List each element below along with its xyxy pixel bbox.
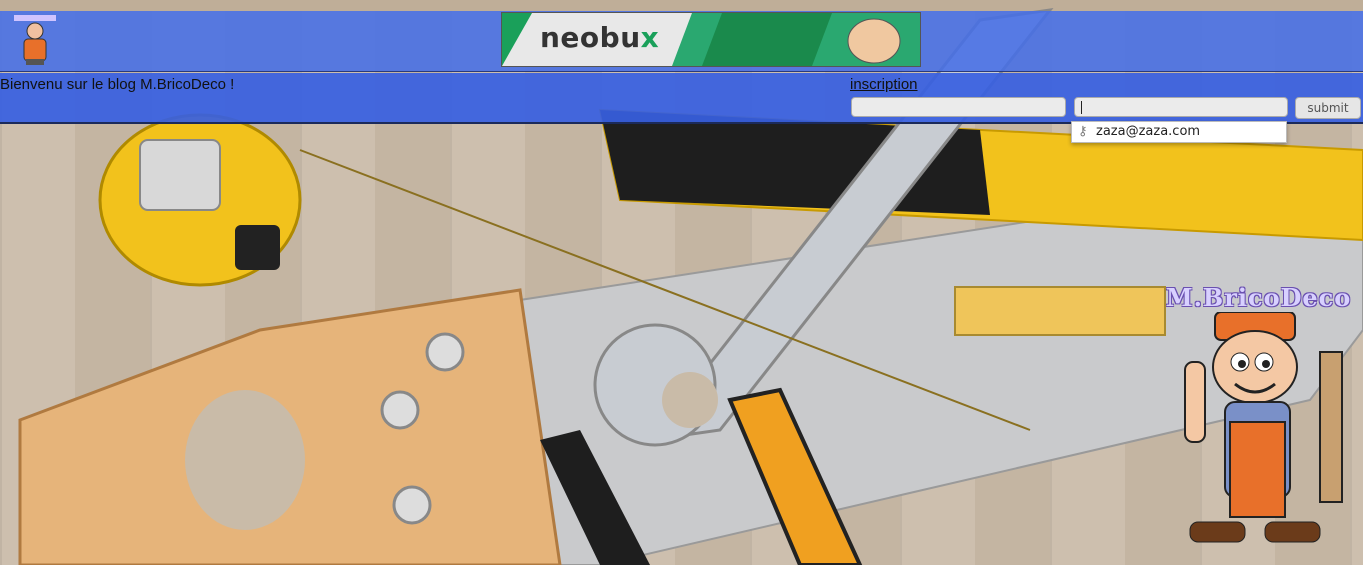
email-field[interactable]	[1074, 97, 1288, 117]
mascot-title: M.BricoDeco	[1166, 283, 1352, 312]
top-header-bar: neobux	[0, 11, 1363, 72]
autocomplete-item[interactable]: ⚷ zaza@zaza.com	[1078, 124, 1200, 139]
submit-button[interactable]: submit	[1295, 97, 1361, 119]
welcome-text: Bienvenu sur le blog M.BricoDeco !	[0, 76, 235, 93]
neobux-ad-banner[interactable]: neobux	[501, 12, 921, 67]
username-field[interactable]	[851, 97, 1066, 117]
mascot-illustration	[1184, 312, 1343, 543]
autocomplete-dropdown: ⚷ zaza@zaza.com	[1071, 121, 1287, 143]
key-icon: ⚷	[1078, 124, 1088, 139]
site-logo[interactable]	[12, 13, 58, 67]
text-caret	[1081, 101, 1082, 114]
signup-link[interactable]: inscription	[850, 76, 918, 93]
subheader-bar: Bienvenu sur le blog M.BricoDeco ! inscr…	[0, 73, 1363, 124]
autocomplete-item-label: zaza@zaza.com	[1096, 124, 1201, 139]
ad-banner-text: neobux	[540, 21, 660, 54]
